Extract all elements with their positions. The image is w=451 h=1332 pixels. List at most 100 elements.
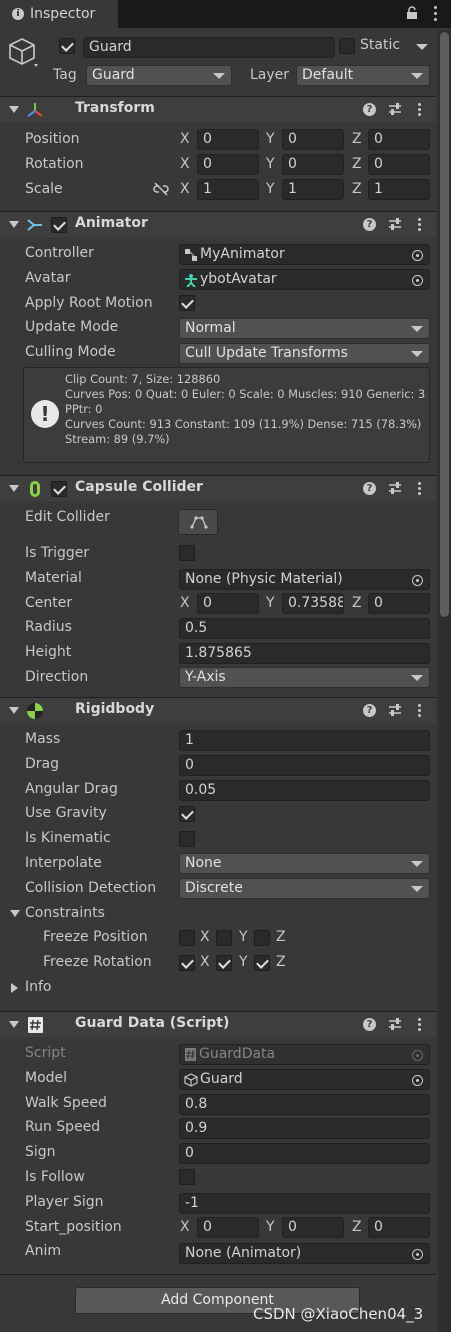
player-sign-field[interactable]: -1 <box>179 1193 430 1214</box>
guard-data-header[interactable]: Guard Data (Script) ? <box>0 1011 436 1037</box>
scrollbar-thumb[interactable] <box>440 32 449 617</box>
axis-y[interactable]: Y <box>266 131 275 147</box>
foldout-arrow-icon[interactable] <box>9 221 19 228</box>
freeze-rotation-x-checkbox[interactable] <box>179 955 195 971</box>
collision-detection-dropdown[interactable]: Discrete <box>179 878 430 899</box>
axis-x[interactable]: X <box>180 181 190 197</box>
center-z[interactable]: 0 <box>368 593 430 614</box>
component-menu-icon[interactable] <box>412 217 426 233</box>
freeze-position-z-checkbox[interactable] <box>254 930 270 946</box>
material-field[interactable]: None (Physic Material) <box>179 569 430 590</box>
position-y[interactable]: 0 <box>282 129 344 150</box>
freeze-rotation-z-checkbox[interactable] <box>254 955 270 971</box>
sign-field[interactable]: 0 <box>179 1143 430 1164</box>
foldout-arrow-icon[interactable] <box>9 106 19 113</box>
preset-icon[interactable] <box>388 1017 402 1031</box>
axis-z[interactable]: Z <box>352 595 362 611</box>
rotation-y[interactable]: 0 <box>282 154 344 175</box>
lock-icon[interactable] <box>405 6 419 20</box>
height-field[interactable]: 1.875865 <box>179 643 430 664</box>
preset-icon[interactable] <box>388 102 402 116</box>
axis-x[interactable]: X <box>180 595 190 611</box>
start-position-z[interactable]: 0 <box>368 1217 430 1238</box>
anim-field[interactable]: None (Animator) <box>179 1243 430 1264</box>
axis-z[interactable]: Z <box>352 181 362 197</box>
constrain-proportions-icon[interactable] <box>152 182 170 196</box>
mass-field[interactable]: 1 <box>179 730 430 751</box>
axis-y[interactable]: Y <box>266 181 275 197</box>
object-picker-icon[interactable] <box>412 1075 423 1086</box>
interpolate-dropdown[interactable]: None <box>179 853 430 874</box>
avatar-field[interactable]: ybotAvatar <box>179 269 430 290</box>
scale-x[interactable]: 1 <box>197 179 259 200</box>
foldout-arrow-icon[interactable] <box>9 485 19 492</box>
info-label[interactable]: Info <box>25 979 52 995</box>
scale-y[interactable]: 1 <box>282 179 344 200</box>
preset-icon[interactable] <box>388 481 402 495</box>
capsule-enabled-checkbox[interactable] <box>51 481 67 497</box>
freeze-rotation-y-checkbox[interactable] <box>216 955 232 971</box>
help-icon[interactable]: ? <box>363 704 376 717</box>
help-icon[interactable]: ? <box>363 482 376 495</box>
foldout-arrow-icon[interactable] <box>9 707 19 714</box>
preset-icon[interactable] <box>388 703 402 717</box>
start-position-y[interactable]: 0 <box>282 1217 344 1238</box>
axis-y[interactable]: Y <box>266 1219 275 1235</box>
run-speed-field[interactable]: 0.9 <box>179 1118 430 1139</box>
axis-x[interactable]: X <box>180 131 190 147</box>
axis-x[interactable]: X <box>180 156 190 172</box>
preset-icon[interactable] <box>388 217 402 231</box>
angular-drag-field[interactable]: 0.05 <box>179 780 430 801</box>
gameobject-cube-icon[interactable] <box>8 37 38 69</box>
update-mode-dropdown[interactable]: Normal <box>179 318 430 339</box>
tag-dropdown[interactable]: Guard <box>86 65 232 86</box>
rigidbody-header[interactable]: Rigidbody ? <box>0 697 436 723</box>
object-picker-icon[interactable] <box>412 575 423 586</box>
static-dropdown-icon[interactable] <box>416 44 428 50</box>
active-checkbox[interactable] <box>59 38 75 54</box>
component-menu-icon[interactable] <box>412 703 426 719</box>
center-y[interactable]: 0.73588 <box>282 593 344 614</box>
foldout-arrow-icon[interactable] <box>9 1021 19 1028</box>
axis-z[interactable]: Z <box>352 131 362 147</box>
position-z[interactable]: 0 <box>368 129 430 150</box>
model-field[interactable]: Guard <box>179 1069 430 1090</box>
axis-x[interactable]: X <box>180 1219 190 1235</box>
walk-speed-field[interactable]: 0.8 <box>179 1094 430 1115</box>
culling-mode-dropdown[interactable]: Cull Update Transforms <box>179 343 430 364</box>
tab-inspector[interactable]: i Inspector <box>0 0 118 28</box>
layer-dropdown[interactable]: Default <box>296 65 430 86</box>
axis-z[interactable]: Z <box>352 156 362 172</box>
is-kinematic-checkbox[interactable] <box>179 831 195 847</box>
radius-field[interactable]: 0.5 <box>179 618 430 639</box>
constraints-foldout-icon[interactable] <box>10 910 20 917</box>
apply-root-motion-checkbox[interactable] <box>179 295 195 311</box>
center-x[interactable]: 0 <box>197 593 259 614</box>
object-picker-icon[interactable] <box>412 275 423 286</box>
rotation-z[interactable]: 0 <box>368 154 430 175</box>
drag-field[interactable]: 0 <box>179 755 430 776</box>
info-foldout-icon[interactable] <box>11 983 18 993</box>
help-icon[interactable]: ? <box>363 103 376 116</box>
freeze-position-y-checkbox[interactable] <box>216 930 232 946</box>
constraints-label[interactable]: Constraints <box>25 905 105 921</box>
help-icon[interactable]: ? <box>363 218 376 231</box>
animator-enabled-checkbox[interactable] <box>51 217 67 233</box>
tab-menu-icon[interactable] <box>428 6 442 22</box>
controller-field[interactable]: MyAnimator <box>179 244 430 265</box>
start-position-x[interactable]: 0 <box>197 1217 259 1238</box>
component-menu-icon[interactable] <box>412 102 426 118</box>
rotation-x[interactable]: 0 <box>197 154 259 175</box>
axis-z[interactable]: Z <box>352 1219 362 1235</box>
object-name-field[interactable]: Guard <box>83 37 335 58</box>
is-trigger-checkbox[interactable] <box>179 545 195 561</box>
transform-header[interactable]: Transform ? <box>0 96 436 122</box>
help-icon[interactable]: ? <box>363 1018 376 1031</box>
component-menu-icon[interactable] <box>412 1017 426 1033</box>
capsule-collider-header[interactable]: Capsule Collider ? <box>0 475 436 501</box>
is-follow-checkbox[interactable] <box>179 1169 195 1185</box>
position-x[interactable]: 0 <box>197 129 259 150</box>
freeze-position-x-checkbox[interactable] <box>179 930 195 946</box>
animator-header[interactable]: Animator ? <box>0 211 436 237</box>
object-picker-icon[interactable] <box>412 250 423 261</box>
